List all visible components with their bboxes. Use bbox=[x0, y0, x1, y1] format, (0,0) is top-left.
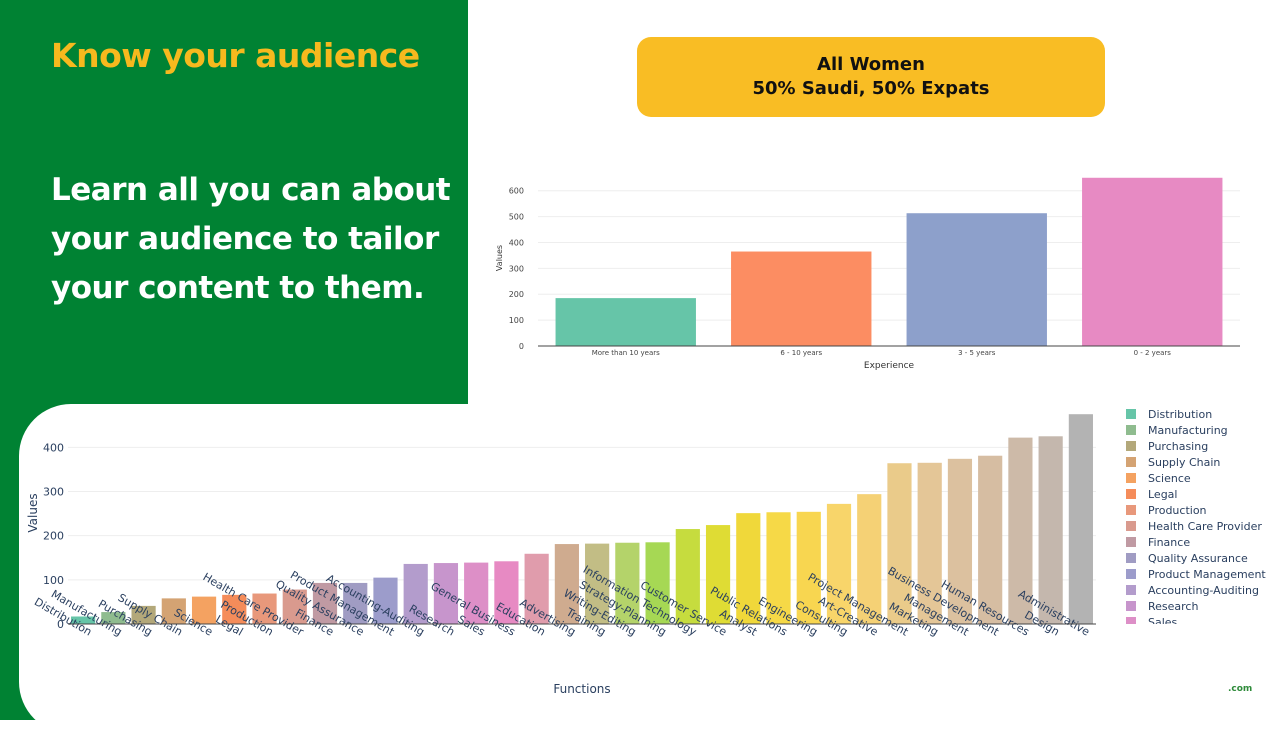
legend-item-7[interactable]: Health Care Provider bbox=[1126, 518, 1271, 534]
legend-label: Health Care Provider bbox=[1148, 519, 1262, 533]
legend-item-0[interactable]: Distribution bbox=[1126, 406, 1271, 422]
legend-item-6[interactable]: Production bbox=[1126, 502, 1271, 518]
fn-x-axis-label: Functions bbox=[553, 682, 610, 696]
legend-swatch bbox=[1126, 425, 1136, 435]
legend-label: Sales bbox=[1148, 615, 1178, 625]
legend-item-8[interactable]: Finance bbox=[1126, 534, 1271, 550]
legend-item-3[interactable]: Supply Chain bbox=[1126, 454, 1271, 470]
brand-logo: .com bbox=[1228, 684, 1253, 694]
legend-item-1[interactable]: Manufacturing bbox=[1126, 422, 1271, 438]
legend-swatch bbox=[1126, 553, 1136, 563]
legend-item-9[interactable]: Quality Assurance bbox=[1126, 550, 1271, 566]
legend-label: Legal bbox=[1148, 487, 1178, 501]
legend-label: Science bbox=[1148, 471, 1191, 485]
legend-item-5[interactable]: Legal bbox=[1126, 486, 1271, 502]
fn-bar-32 bbox=[1038, 436, 1063, 624]
legend-label: Accounting-Auditing bbox=[1148, 583, 1260, 597]
legend-swatch bbox=[1126, 489, 1136, 499]
fn-y-tick-4: 400 bbox=[43, 441, 64, 454]
legend-swatch bbox=[1126, 521, 1136, 531]
fn-y-tick-2: 200 bbox=[43, 530, 64, 543]
functions-legend: Distribution Manufacturing Purchasing Suppl… bbox=[1126, 406, 1271, 624]
legend-label: Finance bbox=[1148, 535, 1191, 549]
legend-swatch bbox=[1126, 537, 1136, 547]
legend-swatch bbox=[1126, 457, 1136, 467]
fn-y-tick-1: 100 bbox=[43, 574, 64, 587]
legend-label: Production bbox=[1148, 503, 1207, 517]
legend-swatch bbox=[1126, 569, 1136, 579]
fn-bar-33 bbox=[1068, 414, 1093, 624]
legend-item-10[interactable]: Product Management bbox=[1126, 566, 1271, 582]
legend-item-11[interactable]: Accounting-Auditing bbox=[1126, 582, 1271, 598]
legend-swatch bbox=[1126, 617, 1136, 624]
legend-swatch bbox=[1126, 441, 1136, 451]
legend-swatch bbox=[1126, 585, 1136, 595]
functions-bar-chart: 0100200300400DistributionManufacturingPu… bbox=[26, 414, 1096, 696]
legend-label: Distribution bbox=[1148, 407, 1213, 421]
legend-label: Research bbox=[1148, 599, 1199, 613]
legend-swatch bbox=[1126, 601, 1136, 611]
fn-y-tick-3: 300 bbox=[43, 486, 64, 499]
legend-swatch bbox=[1126, 409, 1136, 419]
legend-label: Purchasing bbox=[1148, 439, 1209, 453]
legend-swatch bbox=[1126, 473, 1136, 483]
legend-swatch bbox=[1126, 505, 1136, 515]
legend-item-2[interactable]: Purchasing bbox=[1126, 438, 1271, 454]
legend-label: Manufacturing bbox=[1148, 423, 1228, 437]
legend-item-4[interactable]: Science bbox=[1126, 470, 1271, 486]
legend-item-12[interactable]: Research bbox=[1126, 598, 1271, 614]
fn-y-axis-label: Values bbox=[26, 493, 40, 532]
legend-label: Product Management bbox=[1148, 567, 1266, 581]
legend-label: Quality Assurance bbox=[1148, 551, 1248, 565]
legend-label: Supply Chain bbox=[1148, 455, 1221, 469]
legend-item-13[interactable]: Sales bbox=[1126, 614, 1271, 624]
